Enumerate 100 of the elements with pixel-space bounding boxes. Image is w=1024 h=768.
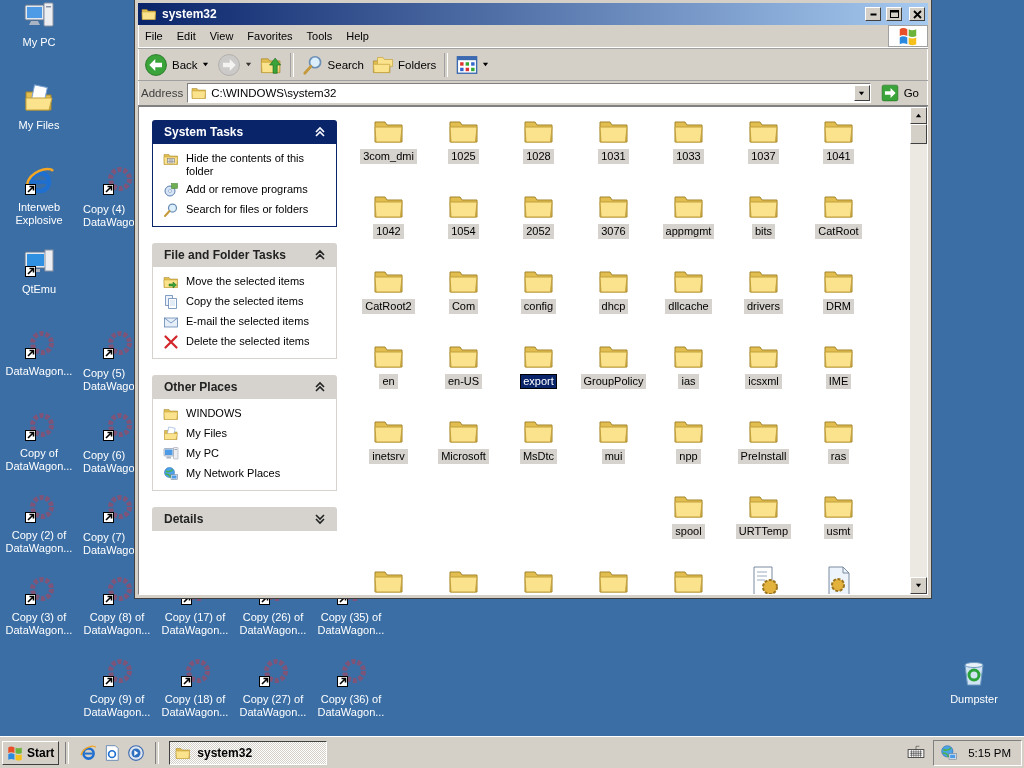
folder-name[interactable]: Microsoft bbox=[438, 449, 489, 464]
desktop-icon-label[interactable]: Copy (35) of DataWagon... bbox=[313, 611, 389, 637]
folder-name[interactable]: usmt bbox=[823, 524, 854, 539]
task-link[interactable]: My Files bbox=[186, 426, 326, 440]
document-icon[interactable] bbox=[103, 743, 122, 762]
menu-item[interactable]: Help bbox=[339, 28, 376, 44]
folder-name[interactable]: en-US bbox=[444, 374, 483, 389]
ring-shortcut-icon[interactable] bbox=[101, 329, 133, 361]
desktop-icon-label[interactable]: Interweb Explosive bbox=[1, 201, 77, 227]
folder-name[interactable]: dhcp bbox=[598, 299, 629, 314]
task-link[interactable]: Delete the selected items bbox=[186, 334, 326, 348]
menu-item[interactable]: View bbox=[202, 28, 241, 44]
folder-name[interactable]: DRM bbox=[822, 299, 855, 314]
desktop-icon-label[interactable]: DataWagon... bbox=[1, 365, 77, 378]
folder-name[interactable]: PreInstall bbox=[737, 449, 790, 464]
folder-name[interactable]: 1037 bbox=[748, 149, 779, 164]
desktop-icon-label[interactable]: Copy (3) of DataWagon... bbox=[1, 611, 77, 637]
desktop-icon-label[interactable]: Copy (7) DataWago bbox=[83, 531, 135, 557]
network-icon[interactable] bbox=[940, 743, 959, 762]
ring-shortcut-icon[interactable] bbox=[335, 657, 367, 689]
task-link[interactable]: Add or remove programs bbox=[186, 182, 326, 196]
folder-name[interactable]: Com bbox=[448, 299, 479, 314]
scroll-thumb[interactable] bbox=[910, 124, 927, 144]
folder-name[interactable]: ias bbox=[678, 374, 699, 389]
desktop-icon-label[interactable]: Copy of DataWagon... bbox=[1, 447, 77, 473]
back-button[interactable]: Back bbox=[141, 50, 212, 79]
dropdown-button[interactable] bbox=[853, 85, 870, 101]
folder-name[interactable]: CatRoot bbox=[815, 224, 862, 239]
address-field[interactable]: C:\WINDOWS\system32 bbox=[187, 83, 871, 103]
task-panel-header[interactable]: Other Places bbox=[152, 375, 337, 399]
folder-name[interactable]: IME bbox=[825, 374, 852, 389]
desktop-icon-label[interactable]: Copy (5) DataWago bbox=[83, 367, 135, 393]
task-link[interactable]: E-mail the selected items bbox=[186, 314, 326, 328]
task-link[interactable]: Move the selected items bbox=[186, 274, 326, 288]
folder-name[interactable]: mui bbox=[601, 449, 626, 464]
desktop-icon-label[interactable]: Copy (6) DataWago bbox=[83, 449, 135, 475]
folder-name[interactable]: 1031 bbox=[598, 149, 629, 164]
taskbar-button[interactable]: system32 bbox=[169, 740, 328, 765]
ring-shortcut-icon[interactable] bbox=[257, 657, 289, 689]
browser-icon[interactable] bbox=[79, 743, 98, 762]
desktop-icon-label[interactable]: Copy (36) of DataWagon... bbox=[313, 693, 389, 719]
start-button[interactable]: Start bbox=[2, 740, 60, 765]
menu-item[interactable]: Favorites bbox=[240, 28, 300, 44]
browser-shortcut-icon[interactable] bbox=[23, 165, 55, 197]
folder-name[interactable]: URTTemp bbox=[735, 524, 792, 539]
maximize-button[interactable] bbox=[886, 7, 902, 21]
ring-shortcut-icon[interactable] bbox=[101, 411, 133, 443]
ring-shortcut-icon[interactable] bbox=[23, 329, 55, 361]
desktop-icon-label[interactable]: Copy (2) of DataWagon... bbox=[1, 529, 77, 555]
folder-name[interactable]: 2052 bbox=[523, 224, 554, 239]
task-link[interactable]: My Network Places bbox=[186, 466, 326, 480]
task-link[interactable]: Hide the contents of this folder bbox=[186, 151, 326, 178]
ring-shortcut-icon[interactable] bbox=[101, 493, 133, 525]
task-link[interactable]: Copy the selected items bbox=[186, 294, 326, 308]
ring-shortcut-icon[interactable] bbox=[23, 411, 55, 443]
task-link[interactable]: WINDOWS bbox=[186, 406, 326, 420]
menu-item[interactable]: Tools bbox=[299, 28, 340, 44]
folder-name[interactable]: en bbox=[379, 374, 398, 389]
task-panel-header[interactable]: Details bbox=[152, 507, 337, 531]
folder-name[interactable]: 1042 bbox=[373, 224, 404, 239]
scrollbar[interactable] bbox=[910, 107, 927, 594]
folder-name[interactable]: spool bbox=[672, 524, 705, 539]
folder-name[interactable]: config bbox=[520, 299, 557, 314]
desktop-icon-label[interactable]: Copy (17) of DataWagon... bbox=[157, 611, 233, 637]
ring-shortcut-icon[interactable] bbox=[101, 165, 133, 197]
desktop-icon-label[interactable]: Copy (4) DataWago bbox=[83, 203, 135, 229]
play-icon[interactable] bbox=[127, 743, 146, 762]
menu-item[interactable]: File bbox=[138, 28, 170, 44]
folder-name[interactable]: 1033 bbox=[673, 149, 704, 164]
menu-item[interactable]: Edit bbox=[169, 28, 203, 44]
folder-name[interactable]: bits bbox=[751, 224, 776, 239]
folder-name[interactable]: CatRoot2 bbox=[362, 299, 415, 314]
folder-name[interactable]: 1054 bbox=[448, 224, 479, 239]
folder-name[interactable]: 1028 bbox=[523, 149, 554, 164]
desktop-icon-label[interactable]: Copy (27) of DataWagon... bbox=[235, 693, 311, 719]
folder-name[interactable]: drivers bbox=[744, 299, 783, 314]
ring-shortcut-icon[interactable] bbox=[101, 575, 133, 607]
scroll-down-button[interactable] bbox=[910, 577, 927, 594]
go-button[interactable]: Go bbox=[874, 84, 925, 102]
desktop-icon-label[interactable]: Copy (9) of DataWagon... bbox=[79, 693, 155, 719]
scroll-up-button[interactable] bbox=[910, 107, 927, 124]
folder-name[interactable]: icsxml bbox=[745, 374, 782, 389]
folder-name[interactable]: dllcache bbox=[665, 299, 712, 314]
folder-name[interactable]: 1041 bbox=[823, 149, 854, 164]
computer-shortcut-icon[interactable] bbox=[23, 247, 55, 279]
search-button[interactable]: Search bbox=[298, 51, 367, 78]
desktop-icon-label[interactable]: Copy (18) of DataWagon... bbox=[157, 693, 233, 719]
ring-shortcut-icon[interactable] bbox=[23, 493, 55, 525]
desktop-icon-label[interactable]: Dumpster bbox=[936, 693, 1012, 706]
folder-name[interactable]: ras bbox=[827, 449, 850, 464]
folder-name[interactable]: GroupPolicy bbox=[580, 374, 647, 389]
ring-shortcut-icon[interactable] bbox=[101, 657, 133, 689]
folder-name[interactable]: 1025 bbox=[448, 149, 479, 164]
task-link[interactable]: Search for files or folders bbox=[186, 202, 326, 216]
desktop-icon-label[interactable]: My PC bbox=[1, 36, 77, 49]
folder-name[interactable]: npp bbox=[676, 449, 701, 464]
folder-name[interactable]: 3com_dmi bbox=[360, 149, 417, 164]
folder-name[interactable]: appmgmt bbox=[662, 224, 715, 239]
close-button[interactable] bbox=[909, 7, 925, 21]
task-panel-header[interactable]: File and Folder Tasks bbox=[152, 243, 337, 267]
